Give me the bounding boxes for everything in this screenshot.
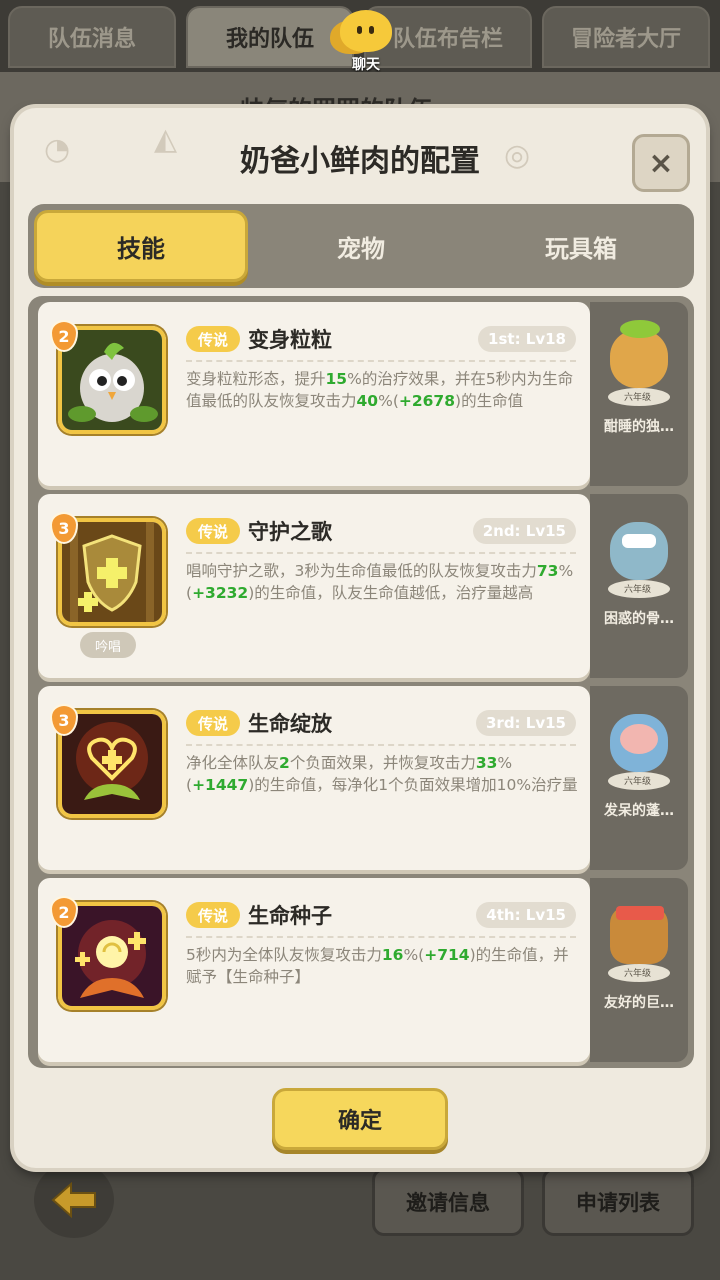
- chat-face-icon: [340, 10, 392, 52]
- tab-toy-box[interactable]: 玩具箱: [474, 210, 688, 282]
- skill-row: 2 传说 生命种子 4th: Lv15 5秒内为全体队友恢复攻击力16%(+71…: [34, 872, 688, 1062]
- friendly-giant-pet-icon: 六年级: [600, 892, 678, 984]
- apply-list-button[interactable]: 申请列表: [542, 1168, 694, 1236]
- skill-card[interactable]: 3 传说 生命绽放 3rd: Lv15 净化全体队友2个负面效果，并恢复攻击力3…: [38, 686, 590, 870]
- skill-name: 生命种子: [248, 904, 332, 928]
- skill-description: 变身粒粒形态，提升15%的治疗效果，并在5秒内为生命值最低的队友恢复攻击力40%…: [186, 370, 574, 410]
- back-arrow-icon: [51, 1182, 96, 1218]
- sleeping-pet-icon: 六年级: [600, 316, 678, 408]
- skill-name: 守护之歌: [248, 520, 332, 544]
- skill-card[interactable]: 2 传说 生命种子 4th: Lv15 5秒内为全体队友恢复攻击力16%(+71…: [38, 878, 590, 1062]
- rarity-badge: 传说: [186, 902, 240, 928]
- pet-name: 酣睡的独…: [604, 419, 674, 435]
- skill-slot-level: 4th: Lv15: [476, 902, 576, 928]
- modal-title: 奶爸小鲜肉的配置: [240, 144, 480, 179]
- skill-card[interactable]: 2 传说 变身粒粒 1st: Lv18 变身粒粒形态，提升15%的治疗效果，并在…: [38, 302, 590, 486]
- divider: [186, 360, 576, 362]
- skill-description: 5秒内为全体队友恢复攻击力16%(+714)的生命值，并赋予【生命种子】: [186, 946, 569, 986]
- pet-slot[interactable]: 六年级 酣睡的独…: [590, 302, 688, 486]
- invite-info-button[interactable]: 邀请信息: [372, 1168, 524, 1236]
- tab-adventurer-hall[interactable]: 冒险者大厅: [542, 6, 710, 68]
- skill-slot-level: 3rd: Lv15: [475, 710, 576, 736]
- skill-description: 唱响守护之歌，3秒为生命值最低的队友恢复攻击力73%(+3232)的生命值，队友…: [186, 562, 574, 602]
- chat-button[interactable]: 聊天: [330, 10, 402, 74]
- skill-description: 净化全体队友2个负面效果，并恢复攻击力33%(+1447)的生命值，每净化1个负…: [186, 754, 578, 794]
- rarity-badge: 传说: [186, 710, 240, 736]
- tab-skills[interactable]: 技能: [34, 210, 248, 282]
- skill-row: 2 传说 变身粒粒 1st: Lv18 变身粒粒形态，提升15%的治疗效果，并在…: [34, 296, 688, 486]
- pet-name: 困惑的骨…: [604, 611, 674, 627]
- skill-slot-level: 2nd: Lv15: [472, 518, 576, 544]
- config-tab-bar: 技能 宠物 玩具箱: [28, 204, 694, 288]
- back-button[interactable]: [34, 1162, 114, 1238]
- skill-row: 3 吟唱 传说 守护之歌 2nd: Lv15 唱响守护之歌，3秒为生命值最低的队…: [34, 488, 688, 678]
- rarity-badge: 传说: [186, 326, 240, 352]
- dazed-pet-icon: 六年级: [600, 700, 678, 792]
- divider: [186, 936, 576, 938]
- skill-name: 生命绽放: [248, 712, 332, 736]
- pet-name: 发呆的蓬…: [604, 803, 674, 819]
- divider: [186, 552, 576, 554]
- pet-slot[interactable]: 六年级 发呆的蓬…: [590, 686, 688, 870]
- skill-card[interactable]: 3 吟唱 传说 守护之歌 2nd: Lv15 唱响守护之歌，3秒为生命值最低的队…: [38, 494, 590, 678]
- tab-my-team[interactable]: 我的队伍: [186, 6, 354, 68]
- cast-tag: 吟唱: [80, 632, 136, 658]
- confused-pet-icon: 六年级: [600, 508, 678, 600]
- skill-slot-level: 1st: Lv18: [478, 326, 576, 352]
- tab-team-messages[interactable]: 队伍消息: [8, 6, 176, 68]
- rarity-badge: 传说: [186, 518, 240, 544]
- pet-slot[interactable]: 六年级 困惑的骨…: [590, 494, 688, 678]
- divider: [186, 744, 576, 746]
- skill-name: 变身粒粒: [248, 328, 332, 352]
- skill-row: 3 传说 生命绽放 3rd: Lv15 净化全体队友2个负面效果，并恢复攻击力3…: [34, 680, 688, 870]
- close-button[interactable]: ×: [632, 134, 690, 192]
- skill-list: 2 传说 变身粒粒 1st: Lv18 变身粒粒形态，提升15%的治疗效果，并在…: [28, 296, 694, 1068]
- confirm-button[interactable]: 确定: [272, 1088, 448, 1150]
- pet-slot[interactable]: 六年级 友好的巨…: [590, 878, 688, 1062]
- pet-name: 友好的巨…: [604, 995, 674, 1011]
- chat-label: 聊天: [352, 57, 380, 73]
- config-modal: ◔ ◭ ◎ 奶爸小鲜肉的配置 × 技能 宠物 玩具箱 2 传说 变身粒粒 1st…: [14, 108, 706, 1168]
- tab-pets[interactable]: 宠物: [254, 210, 468, 282]
